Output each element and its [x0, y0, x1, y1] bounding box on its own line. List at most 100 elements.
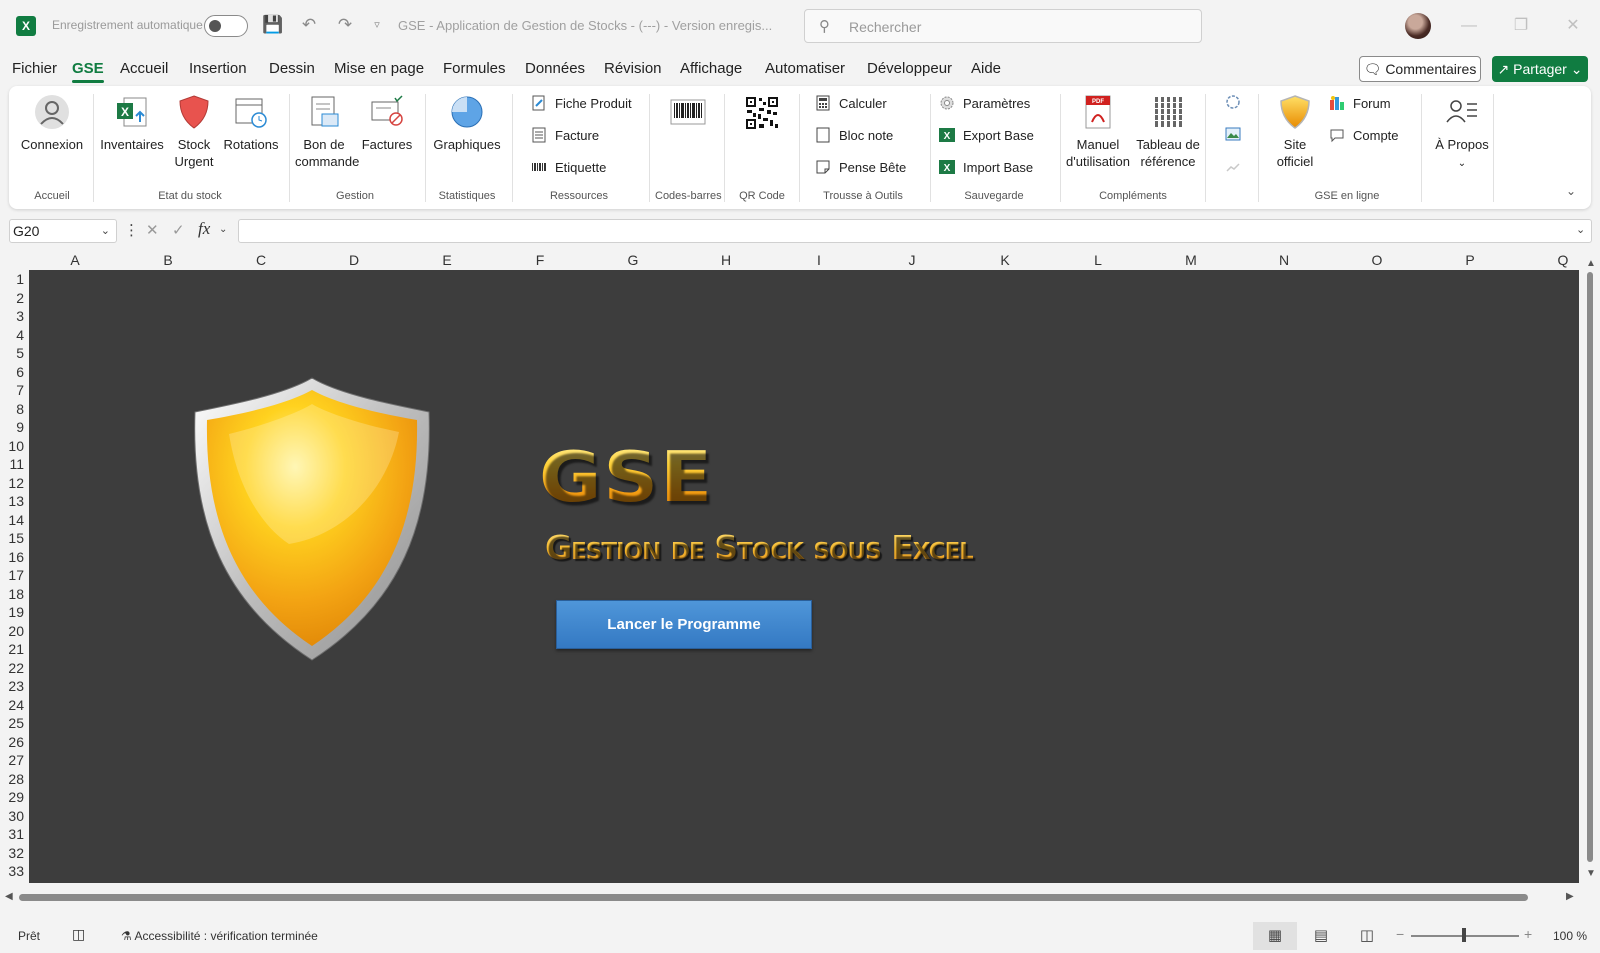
row-header[interactable]: 18: [0, 585, 24, 603]
export-base-button[interactable]: X Export Base: [939, 127, 1034, 143]
row-header[interactable]: 29: [0, 788, 24, 806]
normal-view-icon[interactable]: ▦: [1253, 922, 1297, 950]
row-header[interactable]: 31: [0, 825, 24, 843]
row-header[interactable]: 2: [0, 289, 24, 307]
row-header[interactable]: 23: [0, 677, 24, 695]
launch-program-button[interactable]: Lancer le Programme: [556, 600, 812, 649]
row-header[interactable]: 17: [0, 566, 24, 584]
zoom-out-icon[interactable]: −: [1396, 926, 1404, 942]
inventaires-button[interactable]: X Inventaires: [99, 94, 165, 153]
scroll-left-icon[interactable]: ◀: [5, 891, 13, 902]
factures-button[interactable]: Factures: [359, 94, 415, 153]
column-header[interactable]: M: [1145, 252, 1237, 268]
tab-developpeur[interactable]: Développeur: [867, 60, 952, 77]
chart-small-button[interactable]: [1225, 158, 1241, 174]
tab-insertion[interactable]: Insertion: [189, 60, 247, 77]
tab-automatiser[interactable]: Automatiser: [765, 60, 845, 77]
manuel-button[interactable]: PDF Manuel d'utilisation: [1063, 94, 1133, 170]
row-header[interactable]: 16: [0, 548, 24, 566]
tab-donnees[interactable]: Données: [525, 60, 585, 77]
row-header[interactable]: 33: [0, 862, 24, 880]
row-header[interactable]: 5: [0, 344, 24, 362]
row-header[interactable]: 13: [0, 492, 24, 510]
row-header[interactable]: 1: [0, 270, 24, 288]
etiquette-button[interactable]: Etiquette: [531, 159, 606, 175]
column-header[interactable]: P: [1424, 252, 1516, 268]
tab-fichier[interactable]: Fichier: [12, 60, 57, 77]
rotations-button[interactable]: Rotations: [221, 94, 281, 153]
row-header[interactable]: 25: [0, 714, 24, 732]
column-header[interactable]: L: [1052, 252, 1144, 268]
tab-revision[interactable]: Révision: [604, 60, 662, 77]
column-header[interactable]: B: [122, 252, 214, 268]
expand-formula-chevron-icon[interactable]: ⌄: [1576, 223, 1585, 236]
row-header[interactable]: 6: [0, 363, 24, 381]
accessibility-status[interactable]: ⚗ Accessibilité : vérification terminée: [121, 929, 318, 943]
row-header[interactable]: 21: [0, 640, 24, 658]
save-icon[interactable]: 💾: [262, 14, 284, 36]
qr-code-button[interactable]: [731, 96, 793, 130]
row-header[interactable]: 7: [0, 381, 24, 399]
search-input[interactable]: ⚲ Rechercher: [804, 9, 1202, 43]
tab-formules[interactable]: Formules: [443, 60, 506, 77]
column-header[interactable]: G: [587, 252, 679, 268]
row-header[interactable]: 30: [0, 807, 24, 825]
facture-button[interactable]: Facture: [531, 127, 599, 143]
tab-aide[interactable]: Aide: [971, 60, 1001, 77]
row-header[interactable]: 19: [0, 603, 24, 621]
chevron-down-icon[interactable]: ⌄: [219, 224, 227, 235]
macro-record-icon[interactable]: ◫: [72, 926, 85, 943]
image-small-button[interactable]: [1225, 126, 1241, 142]
tab-affichage[interactable]: Affichage: [680, 60, 742, 77]
horizontal-scrollbar[interactable]: ◀ ▶: [0, 890, 1580, 904]
row-header[interactable]: 26: [0, 733, 24, 751]
tableau-reference-button[interactable]: Tableau de référence: [1133, 94, 1203, 170]
column-header[interactable]: H: [680, 252, 772, 268]
comments-button[interactable]: 🗨 Commentaires: [1359, 56, 1481, 82]
row-header[interactable]: 8: [0, 400, 24, 418]
sheet-area[interactable]: GSE Gestion de Stock sous Excel Lancer l…: [29, 270, 1579, 883]
row-header[interactable]: 10: [0, 437, 24, 455]
column-header[interactable]: J: [866, 252, 958, 268]
vertical-scrollbar[interactable]: ▲ ▼: [1584, 258, 1596, 882]
column-header[interactable]: D: [308, 252, 400, 268]
column-header[interactable]: I: [773, 252, 865, 268]
scroll-up-icon[interactable]: ▲: [1586, 258, 1596, 269]
vertical-scroll-thumb[interactable]: [1587, 272, 1593, 862]
row-header[interactable]: 32: [0, 844, 24, 862]
row-header[interactable]: 24: [0, 696, 24, 714]
tab-mise-en-page[interactable]: Mise en page: [334, 60, 424, 77]
fiche-produit-button[interactable]: Fiche Produit: [531, 95, 632, 111]
pense-bete-button[interactable]: Pense Bête: [815, 159, 906, 175]
compte-button[interactable]: Compte: [1329, 127, 1399, 143]
column-header[interactable]: E: [401, 252, 493, 268]
tab-dessin[interactable]: Dessin: [269, 60, 315, 77]
row-header[interactable]: 27: [0, 751, 24, 769]
codes-barres-button[interactable]: [655, 98, 721, 126]
share-button[interactable]: ↗ Partager ⌄: [1492, 56, 1588, 82]
row-header[interactable]: 9: [0, 418, 24, 436]
undo-icon[interactable]: ↶: [298, 14, 320, 36]
name-box[interactable]: G20 ⌄: [9, 219, 117, 243]
column-header[interactable]: F: [494, 252, 586, 268]
avatar[interactable]: [1405, 13, 1431, 39]
column-header[interactable]: A: [29, 252, 121, 268]
bon-de-commande-button[interactable]: Bon de commande: [295, 94, 359, 170]
row-header[interactable]: 28: [0, 770, 24, 788]
row-header[interactable]: 3: [0, 307, 24, 325]
row-header[interactable]: 20: [0, 622, 24, 640]
import-base-button[interactable]: X Import Base: [939, 159, 1033, 175]
bloc-note-button[interactable]: Bloc note: [815, 127, 893, 143]
row-header[interactable]: 12: [0, 474, 24, 492]
parametres-button[interactable]: Paramètres: [939, 95, 1030, 111]
column-header[interactable]: N: [1238, 252, 1330, 268]
horizontal-scroll-thumb[interactable]: [19, 894, 1528, 901]
zoom-level[interactable]: 100 %: [1553, 929, 1587, 943]
restore-icon[interactable]: ❐: [1506, 12, 1536, 40]
row-header[interactable]: 15: [0, 529, 24, 547]
a-propos-button[interactable]: À Propos ⌄: [1427, 94, 1497, 172]
confirm-check-icon[interactable]: ✓: [172, 221, 185, 239]
zoom-slider-thumb[interactable]: [1462, 928, 1466, 942]
formula-input[interactable]: [238, 219, 1592, 243]
forum-button[interactable]: Forum: [1329, 95, 1391, 111]
